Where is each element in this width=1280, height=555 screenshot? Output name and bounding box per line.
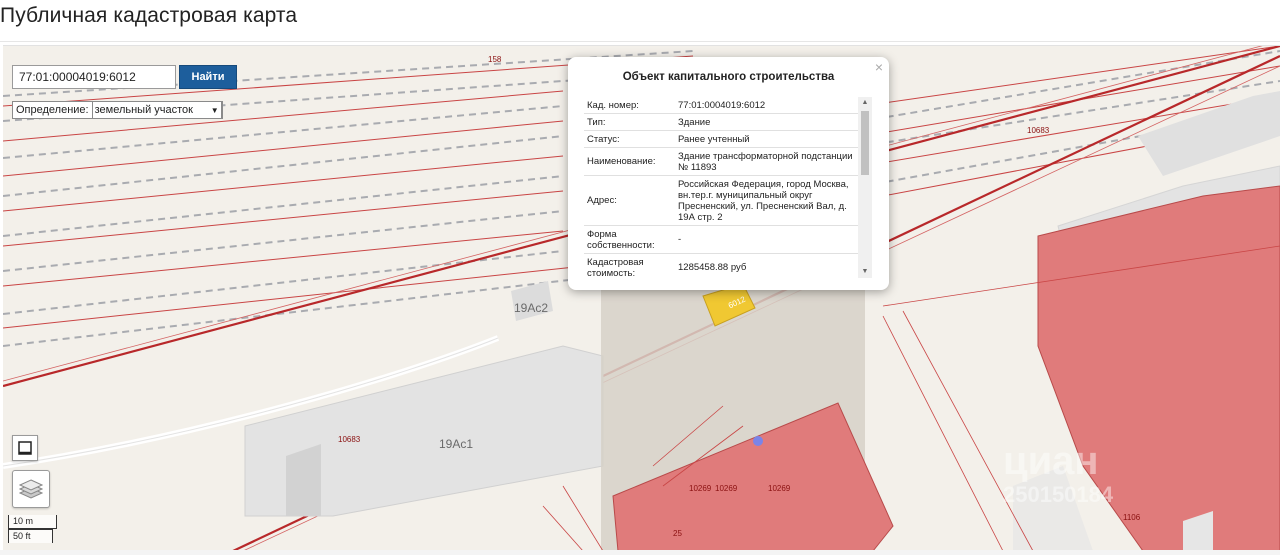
- detail-key: Кад. номер:: [587, 99, 639, 111]
- search-bar: Найти: [12, 65, 237, 89]
- parcel-number: 10683: [1027, 126, 1050, 135]
- detail-key: Статус:: [587, 133, 620, 145]
- detail-row: Тип: Здание: [584, 114, 860, 131]
- detail-value: 77:01:0004019:6012: [678, 99, 766, 111]
- search-button[interactable]: Найти: [179, 65, 237, 89]
- detail-value: 1285458.88 руб: [678, 262, 747, 273]
- detail-key: Форма собственности:: [587, 228, 655, 251]
- title-divider: [0, 41, 1280, 42]
- map-scale: 10 m 50 ft: [8, 515, 57, 543]
- parcel-number: 10683: [338, 435, 361, 444]
- scale-imperial: 50 ft: [8, 529, 53, 543]
- detail-row: Статус: Ранее учтенный: [584, 131, 860, 148]
- detail-key: Адрес:: [587, 195, 617, 206]
- popup-scrollbar[interactable]: ▲ ▼: [858, 97, 872, 278]
- detail-row: Кадастровая стоимость: 1285458.88 руб: [584, 254, 860, 278]
- parcel-number: 1106: [1123, 513, 1141, 522]
- detail-key: Наименование:: [587, 156, 656, 167]
- detail-row: Адрес: Российская Федерация, город Москв…: [584, 176, 860, 226]
- detail-row: Кад. номер: 77:01:0004019:6012: [584, 97, 860, 114]
- fullscreen-button[interactable]: [12, 435, 38, 461]
- parcel-number: 10269: [715, 484, 738, 493]
- definition-control: Определение: земельный участок ▼: [12, 101, 223, 119]
- definition-label: Определение:: [16, 104, 89, 116]
- object-info-popup: × Объект капитального строительства Кад.…: [568, 57, 889, 290]
- detail-value: Здание: [678, 116, 711, 128]
- search-input[interactable]: [12, 65, 176, 89]
- building-label: 19Ас2: [514, 301, 549, 315]
- page-title: Публичная кадастровая карта: [0, 4, 298, 27]
- layers-button[interactable]: [12, 470, 50, 508]
- bottom-divider: [0, 550, 1280, 555]
- building-label: 19Ас1: [439, 437, 474, 451]
- popup-title: Объект капитального строительства: [622, 71, 835, 83]
- watermark-logo: циан: [1003, 439, 1099, 483]
- scale-metric: 10 m: [8, 515, 57, 529]
- popup-details: Кад. номер: 77:01:0004019:6012 Тип: Здан…: [584, 97, 860, 277]
- detail-value: -: [678, 234, 682, 245]
- definition-select[interactable]: земельный участок ▼: [91, 101, 222, 119]
- scroll-up-icon[interactable]: ▲: [858, 97, 872, 109]
- detail-row: Форма собственности: -: [584, 226, 860, 254]
- layers-icon: [19, 479, 43, 499]
- detail-key: Тип:: [587, 116, 606, 128]
- detail-value: Ранее учтенный: [678, 133, 750, 145]
- fullscreen-icon: [18, 441, 32, 455]
- scroll-thumb[interactable]: [861, 111, 869, 175]
- parcel-number: 10269: [768, 484, 791, 493]
- parcel-number: 10269: [689, 484, 712, 493]
- detail-value: Здание трансформаторной подстанции № 118…: [678, 150, 853, 173]
- parcel-number: 158: [488, 55, 502, 64]
- parcel-number: 25: [673, 529, 682, 538]
- detail-value: Российская Федерация, город Москва, вн.т…: [678, 178, 849, 223]
- detail-key: Кадастровая стоимость:: [587, 256, 644, 278]
- watermark-id: 250150184: [1003, 482, 1114, 507]
- definition-selected: земельный участок: [94, 104, 193, 116]
- detail-row: Наименование: Здание трансформаторной по…: [584, 148, 860, 176]
- chevron-down-icon: ▼: [210, 105, 219, 115]
- scroll-down-icon[interactable]: ▼: [858, 266, 872, 278]
